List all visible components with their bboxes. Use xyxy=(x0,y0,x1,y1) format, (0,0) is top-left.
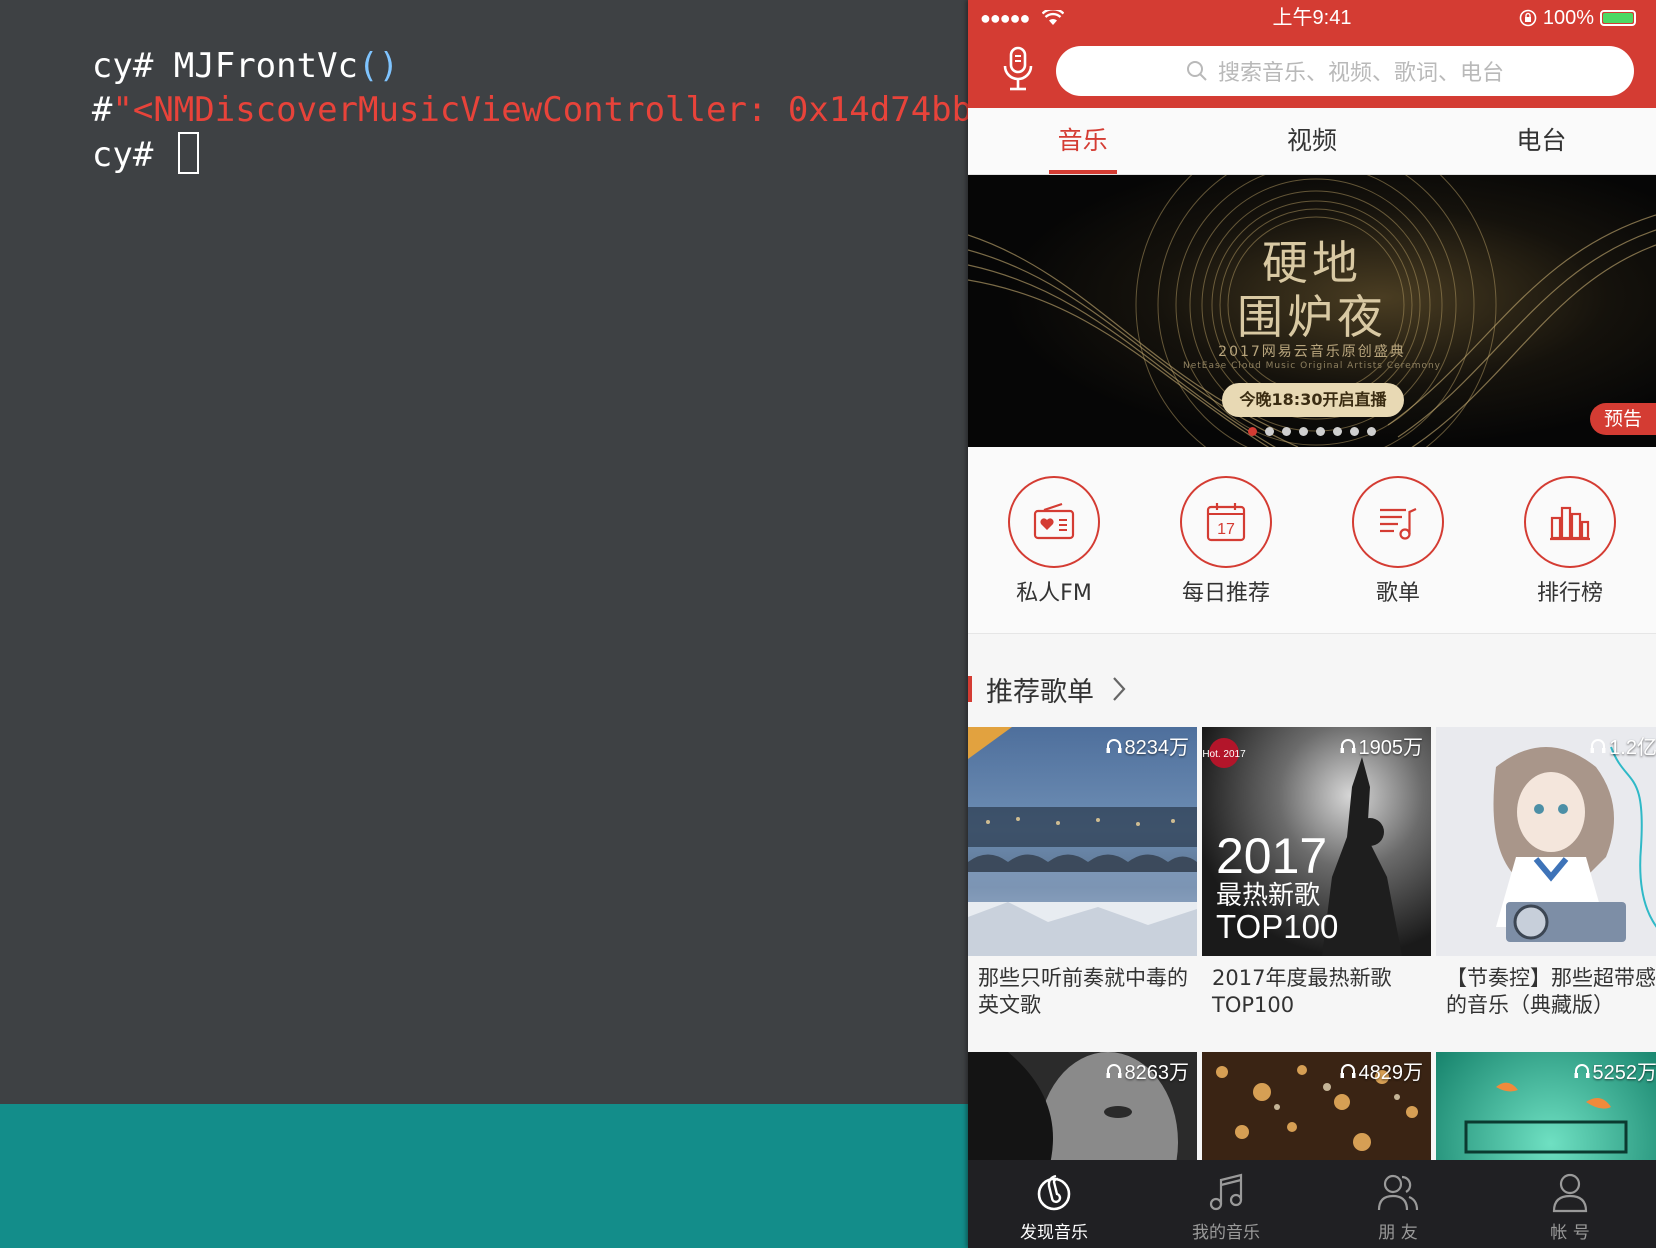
carousel-dot[interactable] xyxy=(1299,427,1308,436)
carousel-dot[interactable] xyxy=(1333,427,1342,436)
cover-year: 2017 xyxy=(1216,828,1327,884)
playlist-title: 【节奏控】那些超带感的音乐（典藏版） xyxy=(1446,966,1656,1017)
playlist-title: 那些只听前奏就中毒的英文歌 xyxy=(978,966,1188,1017)
tabbar-label: 发现音乐 xyxy=(1020,1223,1088,1243)
cover-tag: Hot. 2017 xyxy=(1202,749,1246,760)
section-header[interactable]: 推荐歌单 xyxy=(968,660,1656,708)
entry-personal-fm[interactable]: 私人FM xyxy=(968,447,1140,633)
banner-live-pill: 今晚18:30开启直播 xyxy=(1222,383,1404,417)
cover-line: TOP100 xyxy=(1216,908,1338,945)
playlist-title: 2017年度最热新歌TOP100 xyxy=(1212,966,1392,1017)
playlist-cover xyxy=(968,727,1197,956)
carousel-dot[interactable] xyxy=(1316,427,1325,436)
carousel-dots[interactable] xyxy=(968,427,1656,436)
terminal-cursor[interactable] xyxy=(177,132,199,174)
search-bar[interactable]: 搜索音乐、视频、歌词、电台 xyxy=(1056,46,1634,96)
headphones-icon xyxy=(1574,1063,1589,1078)
entry-daily-recommend[interactable]: 17 每日推荐 xyxy=(1140,447,1312,633)
banner-carousel[interactable]: 硬地 围炉夜 2017网易云音乐原创盛典 NetEase Cloud Music… xyxy=(968,175,1656,447)
discover-icon xyxy=(1037,1174,1071,1211)
play-count: 1905万 xyxy=(1339,731,1423,760)
tab-music[interactable]: 音乐 xyxy=(968,108,1197,174)
entry-ranking[interactable]: 排行榜 xyxy=(1484,447,1656,633)
desktop-background xyxy=(0,1104,968,1248)
terminal-window[interactable]: cy# MJFrontVc() #"<NMDiscoverMusicViewCo… xyxy=(0,0,1054,1104)
play-count: 4829万 xyxy=(1339,1056,1423,1085)
search-placeholder: 搜索音乐、视频、歌词、电台 xyxy=(1217,61,1504,86)
tabbar-label: 我的音乐 xyxy=(1192,1223,1260,1243)
section-accent-bar xyxy=(968,676,972,702)
account-icon xyxy=(1552,1173,1588,1213)
phone-screen: ●●●●● 上午9:41 100% 搜索音乐、视频、歌词、电台 音乐 视频 电台… xyxy=(968,0,1656,1248)
play-count: 8263万 xyxy=(1105,1056,1189,1085)
radio-icon xyxy=(1008,476,1100,568)
tabbar-account[interactable]: 帐 号 xyxy=(1484,1160,1656,1248)
tabbar-discover[interactable]: 发现音乐 xyxy=(968,1160,1140,1248)
category-tabs: 音乐 视频 电台 xyxy=(968,108,1656,175)
playlist-cover xyxy=(1436,727,1656,956)
app-header: ●●●●● 上午9:41 100% 搜索音乐、视频、歌词、电台 xyxy=(968,0,1656,108)
entry-playlist[interactable]: 歌单 xyxy=(1312,447,1484,633)
friends-icon xyxy=(1377,1174,1419,1211)
play-count: 1.2亿 xyxy=(1589,731,1656,760)
banner-subtitle: 2017网易云音乐原创盛典 xyxy=(1218,344,1406,360)
banner-subtitle-en: NetEase Cloud Music Original Artists Cer… xyxy=(1182,361,1442,371)
carousel-dot[interactable] xyxy=(1282,427,1291,436)
bottom-tab-bar: 发现音乐 我的音乐 朋 友 帐 号 xyxy=(968,1160,1656,1248)
headphones-icon xyxy=(1106,1063,1121,1078)
microphone-icon[interactable] xyxy=(998,44,1038,94)
output-text: "<NMDiscoverMusicViewController: 0x14d74… xyxy=(112,90,1054,130)
headphones-icon xyxy=(1340,738,1355,753)
tabbar-label: 朋 友 xyxy=(1378,1223,1418,1243)
entry-label: 私人FM xyxy=(1016,581,1092,606)
rotation-lock-icon xyxy=(1519,9,1537,27)
tabbar-friends[interactable]: 朋 友 xyxy=(1312,1160,1484,1248)
quick-entries: 私人FM 17 每日推荐 歌单 排行榜 xyxy=(968,447,1656,634)
headphones-icon xyxy=(1106,738,1121,753)
tab-video[interactable]: 视频 xyxy=(1197,108,1426,174)
cover-line: 最热新歌 xyxy=(1216,881,1320,911)
battery-icon xyxy=(1600,10,1636,26)
play-count: 8234万 xyxy=(1105,731,1189,760)
tabbar-my-music[interactable]: 我的音乐 xyxy=(1140,1160,1312,1248)
entry-label: 歌单 xyxy=(1375,581,1420,606)
carousel-dot[interactable] xyxy=(1248,427,1257,436)
playlist-icon xyxy=(1352,476,1444,568)
headphones-icon xyxy=(1340,1063,1355,1078)
calendar-icon: 17 xyxy=(1180,476,1272,568)
tab-radio[interactable]: 电台 xyxy=(1427,108,1656,174)
banner-title-2: 围炉夜 xyxy=(1237,290,1387,344)
terminal-line-3: cy# xyxy=(10,88,199,221)
chart-icon xyxy=(1524,476,1616,568)
headphones-icon xyxy=(1590,738,1606,753)
entry-label: 每日推荐 xyxy=(1181,581,1270,606)
prompt: cy# xyxy=(91,135,174,175)
tabbar-label: 帐 号 xyxy=(1550,1223,1590,1243)
carousel-dot[interactable] xyxy=(1367,427,1376,436)
calendar-day: 17 xyxy=(1217,521,1235,538)
section-title: 推荐歌单 xyxy=(986,677,1094,708)
search-icon xyxy=(1186,61,1207,81)
carousel-dot[interactable] xyxy=(1350,427,1359,436)
carousel-dot[interactable] xyxy=(1265,427,1274,436)
battery-percent: 100% xyxy=(1542,7,1594,29)
music-note-icon xyxy=(1209,1173,1243,1211)
chevron-right-icon xyxy=(1113,677,1126,701)
battery-status: 100% xyxy=(1519,4,1636,32)
play-count: 5252万 xyxy=(1573,1056,1656,1085)
playlist-cover: Hot. 2017 2017 最热新歌 TOP100 xyxy=(1202,727,1431,956)
entry-label: 排行榜 xyxy=(1536,581,1603,606)
